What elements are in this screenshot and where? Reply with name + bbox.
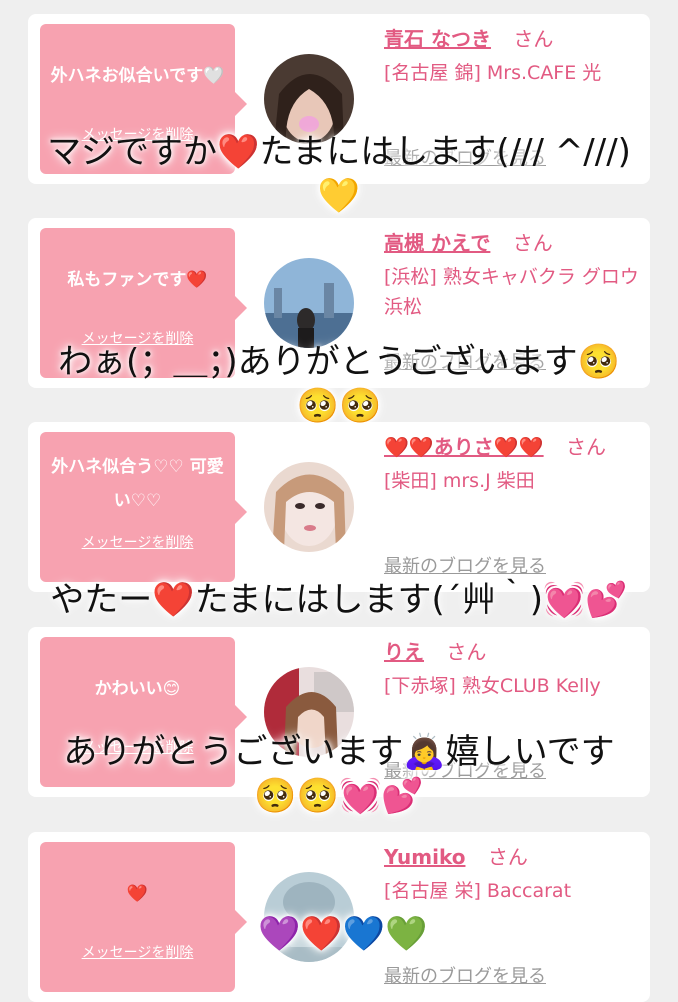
message-text: 外ハネお似合いです🤍 [50, 66, 225, 86]
honorific: さん [565, 435, 606, 459]
sender-info: ❤️❤️ありさ❤️❤️ さん [柴田] mrs.J 柴田 [384, 430, 640, 496]
reply-caption: わぁ(；＿；)ありがとうございます🥺 🥺🥺 [0, 340, 678, 428]
shop-name: [浜松] 熟女キャバクラ グロウ 浜松 [384, 266, 639, 318]
reply-caption-line: 🥺🥺 [296, 386, 382, 426]
honorific: さん [512, 231, 553, 255]
delete-message-link[interactable]: メッセージを削除 [40, 532, 235, 552]
reply-caption-line: 💜❤️💙💚 [258, 914, 428, 954]
honorific: さん [446, 640, 487, 664]
sender-name-link[interactable]: Yumiko [384, 845, 465, 869]
reply-caption-line: ありがとうございます🙇‍♀️嬉しいです [63, 732, 615, 772]
message-bubble: ❤️ メッセージを削除 [40, 842, 247, 992]
latest-blog-link[interactable]: 最新のブログを見る [384, 962, 546, 988]
shop-name: [名古屋 錦] Mrs.CAFE 光 [384, 62, 602, 84]
message-text: ❤️ [126, 884, 149, 904]
sender-name-link[interactable]: りえ [384, 640, 424, 664]
sender-name-link[interactable]: ❤️❤️ありさ❤️❤️ [384, 435, 544, 459]
message-text: 外ハネ似合う♡♡ 可愛い♡♡ [51, 457, 224, 511]
avatar[interactable] [264, 462, 354, 552]
reply-caption-line: やたー❤️たまにはします(´艸｀)💓💕 [50, 580, 628, 620]
sender-info: 青石 なつき さん [名古屋 錦] Mrs.CAFE 光 [384, 22, 640, 88]
message-bubble: 外ハネ似合う♡♡ 可愛い♡♡ メッセージを削除 [40, 432, 247, 582]
sender-name-link[interactable]: 青石 なつき [384, 27, 491, 51]
shop-name: [下赤塚] 熟女CLUB Kelly [384, 675, 601, 697]
sender-info: Yumiko さん [名古屋 栄] Baccarat [384, 840, 640, 906]
sender-name-link[interactable]: 高槻 かえで [384, 231, 490, 255]
reply-caption: 💜❤️💙💚 [258, 912, 438, 956]
message-card: 外ハネ似合う♡♡ 可愛い♡♡ メッセージを削除 ❤️❤️ありさ❤️❤️ さん [… [28, 422, 650, 592]
shop-name: [名古屋 栄] Baccarat [384, 880, 572, 902]
shop-name: [柴田] mrs.J 柴田 [384, 470, 535, 492]
message-text: 私もファンです❤️ [67, 270, 208, 290]
latest-blog-link[interactable]: 最新のブログを見る [384, 552, 546, 578]
sender-info: りえ さん [下赤塚] 熟女CLUB Kelly [384, 635, 640, 701]
honorific: さん [513, 27, 554, 51]
reply-caption: ありがとうございます🙇‍♀️嬉しいです 🥺🥺💓💕 [0, 730, 678, 818]
reply-caption: やたー❤️たまにはします(´艸｀)💓💕 [0, 578, 678, 622]
honorific: さん [487, 845, 528, 869]
reply-caption-line: 🥺🥺💓💕 [254, 776, 424, 816]
reply-caption-line: わぁ(；＿；)ありがとうございます🥺 [58, 342, 620, 382]
reply-caption-line: 💛 [317, 176, 361, 216]
reply-caption: マジですか❤️たまにはします(/// ^///) 💛 [0, 130, 678, 218]
sender-info: 高槻 かえで さん [浜松] 熟女キャバクラ グロウ 浜松 [384, 226, 640, 322]
delete-message-link[interactable]: メッセージを削除 [40, 942, 235, 962]
reply-caption-line: マジですか❤️たまにはします(/// ^///) [47, 132, 631, 172]
message-text: かわいい😊 [94, 679, 181, 699]
avatar[interactable] [264, 258, 354, 348]
